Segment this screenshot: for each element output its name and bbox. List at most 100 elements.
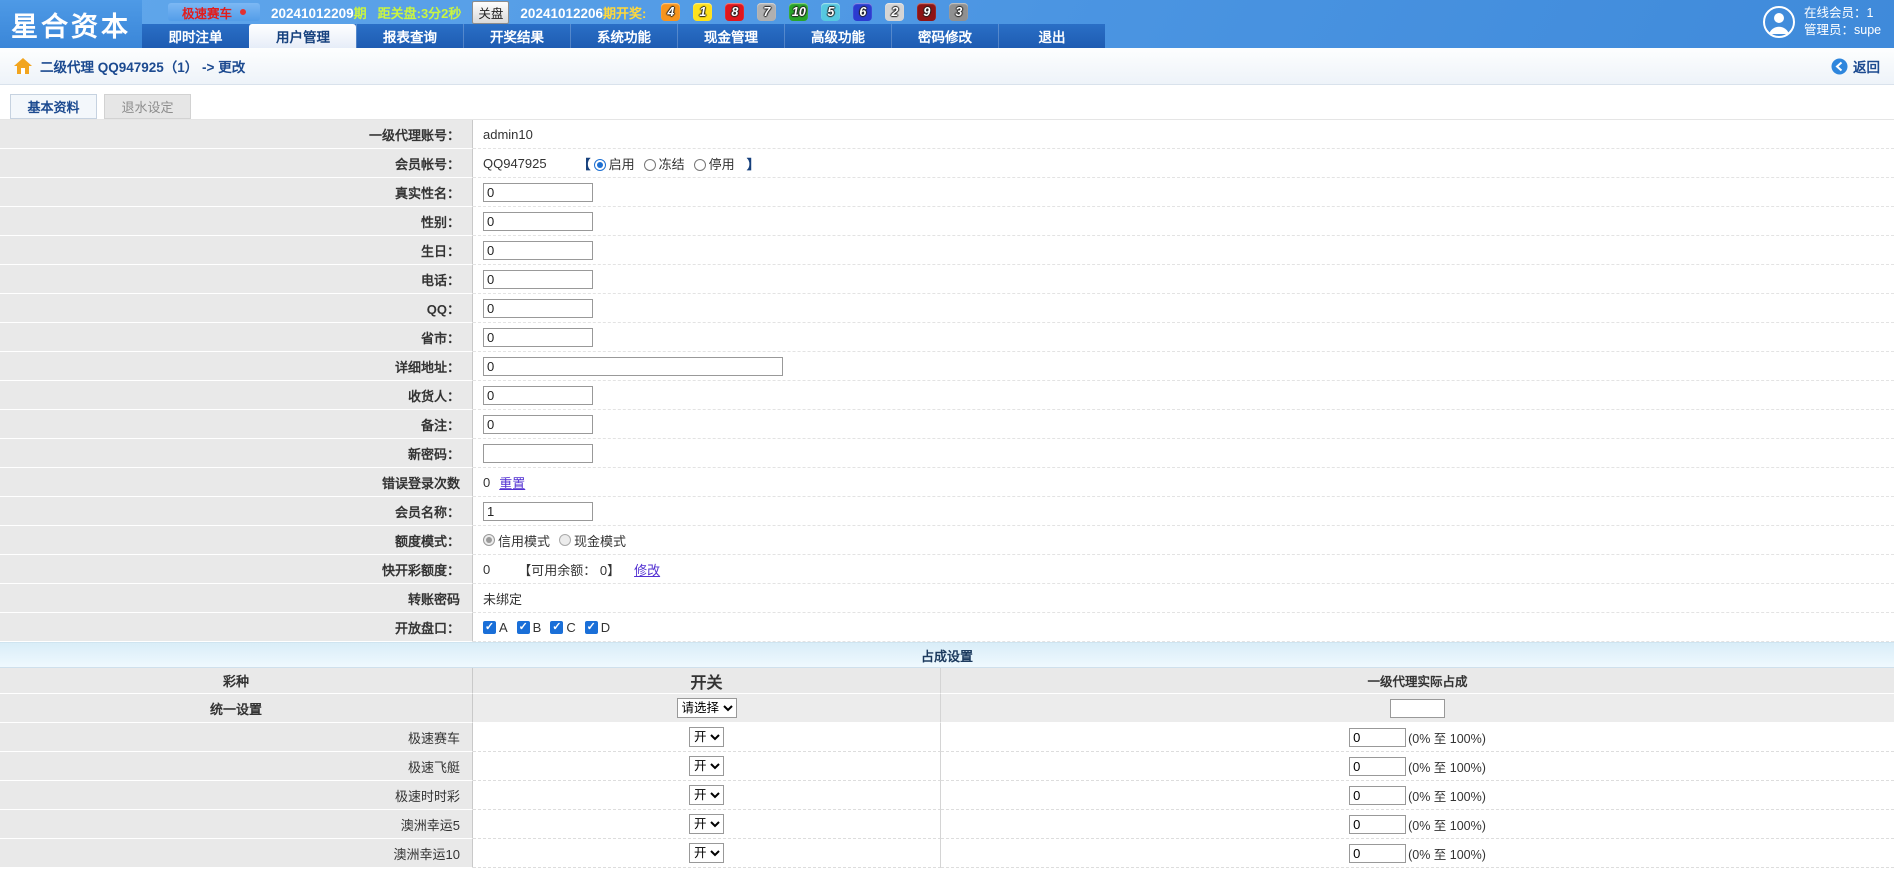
field-value-member-account: QQ947925【启用冻结停用】: [473, 149, 1894, 178]
checkbox-plate-C[interactable]: ✓: [550, 621, 563, 634]
game-share-input[interactable]: [1349, 728, 1406, 747]
nav-item-开奖结果[interactable]: 开奖结果: [463, 24, 570, 48]
checkbox-label-A: A: [499, 620, 508, 635]
nav-item-退出[interactable]: 退出: [998, 24, 1105, 48]
game-selector-label: 极速赛车: [182, 3, 232, 22]
login-errors-value: 0: [483, 475, 490, 490]
close-plate-button[interactable]: 关盘: [472, 1, 509, 24]
province-city-input[interactable]: [483, 328, 593, 347]
game-share-cell: (0% 至 100%): [941, 810, 1894, 839]
basic-info-form: 一级代理账号：admin10会员帐号：QQ947925【启用冻结停用】真实性名：…: [0, 119, 1894, 642]
field-label-new-password: 新密码：: [0, 439, 473, 468]
nav-item-用户管理[interactable]: 用户管理: [249, 24, 356, 48]
tab-rebate-settings[interactable]: 退水设定: [104, 94, 191, 119]
result-ball: 6: [853, 3, 872, 21]
field-label-province-city: 省市：: [0, 323, 473, 352]
radio-button[interactable]: [594, 159, 606, 171]
field-label-open-plates: 开放盘口：: [0, 613, 473, 642]
back-button[interactable]: 返回: [1831, 56, 1880, 76]
field-value-phone: [473, 265, 1894, 294]
field-value-login-errors: 0 重置: [473, 468, 1894, 497]
field-label-login-errors: 错误登录次数: [0, 468, 473, 497]
brand-logo: 星合资本: [0, 0, 142, 48]
field-value-real-name: [473, 178, 1894, 207]
form-row-transfer-password: 转账密码未绑定: [0, 584, 1894, 613]
form-row-real-name: 真实性名：: [0, 178, 1894, 207]
form-row-qq: QQ：: [0, 294, 1894, 323]
result-ball: 3: [949, 3, 968, 21]
nav-item-系统功能[interactable]: 系统功能: [570, 24, 677, 48]
nav-item-现金管理[interactable]: 现金管理: [677, 24, 784, 48]
current-period: 20241012209期: [271, 3, 367, 22]
consignee-input[interactable]: [483, 386, 593, 405]
checkbox-plate-B[interactable]: ✓: [517, 621, 530, 634]
game-share-input[interactable]: [1349, 844, 1406, 863]
address-input[interactable]: [483, 357, 783, 376]
radio-label-冻结: 冻结: [659, 157, 685, 172]
field-label-quick-lottery-quota: 快开彩额度：: [0, 555, 473, 584]
tab-basic-info[interactable]: 基本资料: [10, 94, 97, 119]
game-switch-select[interactable]: 开: [689, 843, 724, 863]
occupancy-section-title: 占成设置: [0, 642, 1894, 668]
field-label-remark: 备注：: [0, 410, 473, 439]
member-name-input[interactable]: [483, 502, 593, 521]
game-row-极速时时彩: 极速时时彩开(0% 至 100%): [0, 781, 1894, 810]
unified-share-input[interactable]: [1390, 699, 1445, 718]
form-row-login-errors: 错误登录次数 0 重置: [0, 468, 1894, 497]
nav-item-密码修改[interactable]: 密码修改: [891, 24, 998, 48]
home-icon: [14, 58, 32, 74]
field-label-parent-agent-account: 一级代理账号：: [0, 120, 473, 149]
nav-item-即时注单[interactable]: 即时注单: [142, 24, 249, 48]
radio-button[interactable]: [694, 159, 706, 171]
result-ball: 2: [885, 3, 904, 21]
nav-item-高级功能[interactable]: 高级功能: [784, 24, 891, 48]
unified-settings-row: 统一设置 请选择: [0, 694, 1894, 723]
form-row-new-password: 新密码：: [0, 439, 1894, 468]
game-name: 极速赛车: [0, 723, 473, 752]
radio-button: [559, 534, 571, 546]
occupancy-header-row: 彩种 开关 一级代理实际占成: [0, 668, 1894, 694]
checkbox-plate-D[interactable]: ✓: [585, 621, 598, 634]
checkbox-plate-A[interactable]: ✓: [483, 621, 496, 634]
game-share-input[interactable]: [1349, 786, 1406, 805]
game-switch-select[interactable]: 开: [689, 727, 724, 747]
real-name-input[interactable]: [483, 183, 593, 202]
user-info: 在线会员：1 管理员：supe: [1762, 5, 1892, 39]
game-switch-select[interactable]: 开: [689, 814, 724, 834]
transfer-password-value: 未绑定: [483, 589, 522, 608]
header-switch: 开关: [473, 668, 941, 694]
new-password-input[interactable]: [483, 444, 593, 463]
login-errors-reset-link[interactable]: 重置: [499, 473, 525, 492]
game-switch-select[interactable]: 开: [689, 756, 724, 776]
game-share-input[interactable]: [1349, 815, 1406, 834]
field-value-qq: [473, 294, 1894, 323]
field-label-member-name: 会员名称：: [0, 497, 473, 526]
quick-lottery-quota-modify-link[interactable]: 修改: [634, 560, 660, 579]
game-row-极速飞艇: 极速飞艇开(0% 至 100%): [0, 752, 1894, 781]
game-share-input[interactable]: [1349, 757, 1406, 776]
birthday-input[interactable]: [483, 241, 593, 260]
radio-label-启用: 启用: [609, 157, 635, 172]
game-row-澳洲幸运10: 澳洲幸运10开(0% 至 100%): [0, 839, 1894, 868]
game-switch-cell: 开: [473, 839, 941, 868]
nav-item-报表查询[interactable]: 报表查询: [356, 24, 463, 48]
radio-button[interactable]: [644, 159, 656, 171]
form-row-gender: 性别：: [0, 207, 1894, 236]
member-account-status-group: 【启用冻结停用】: [575, 154, 763, 173]
game-switch-select[interactable]: 开: [689, 785, 724, 805]
unified-switch-select[interactable]: 请选择: [677, 698, 737, 718]
qq-input[interactable]: [483, 299, 593, 318]
back-arrow-icon: [1831, 58, 1848, 75]
result-period: 20241012206期开奖:: [520, 3, 646, 22]
game-row-极速赛车: 极速赛车开(0% 至 100%): [0, 723, 1894, 752]
remark-input[interactable]: [483, 415, 593, 434]
radio-label-停用: 停用: [709, 157, 735, 172]
phone-input[interactable]: [483, 270, 593, 289]
gender-input[interactable]: [483, 212, 593, 231]
game-selector[interactable]: 极速赛车: [168, 3, 260, 21]
game-share-cell: (0% 至 100%): [941, 839, 1894, 868]
unified-settings-label: 统一设置: [0, 694, 473, 723]
game-name: 澳洲幸运5: [0, 810, 473, 839]
checkbox-label-C: C: [566, 620, 575, 635]
game-share-cell: (0% 至 100%): [941, 752, 1894, 781]
